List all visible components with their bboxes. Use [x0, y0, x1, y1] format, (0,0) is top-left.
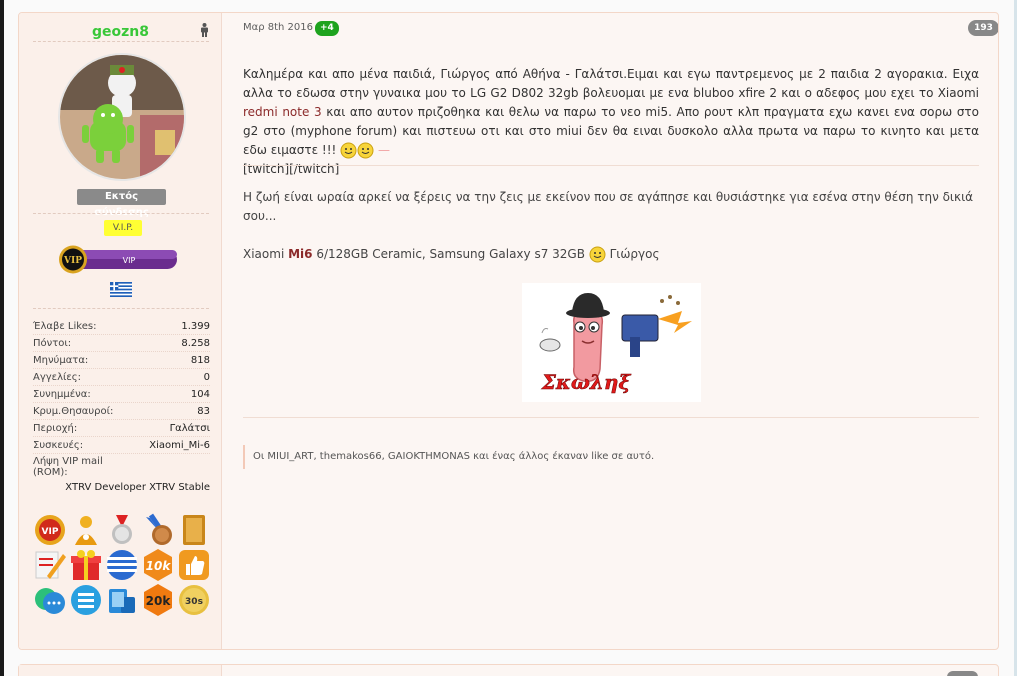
- stat-label: Περιοχή:: [33, 423, 78, 434]
- reputation-badge[interactable]: +4: [315, 21, 339, 36]
- signature-text: Η ζωή είναι ωραία αρκεί να ξέρεις να την…: [243, 190, 974, 223]
- chat-bubbles-medal-icon[interactable]: [33, 583, 67, 617]
- vip-medal-icon[interactable]: VIP: [33, 513, 67, 547]
- bronze-medal-icon[interactable]: [141, 513, 175, 547]
- stat-label: Συσκευές:: [33, 440, 84, 451]
- signature-divider: [243, 165, 979, 166]
- svg-text:30s: 30s: [185, 597, 203, 607]
- decorative-dash: —: [378, 143, 390, 157]
- likes-summary[interactable]: Οι MIUI_ART, themakos66, GAIOKTHMONAS κα…: [243, 445, 979, 469]
- greek-flag-medal-icon[interactable]: [105, 548, 139, 582]
- list-medal-icon[interactable]: [69, 583, 103, 617]
- rank-label: V.I.P.: [104, 220, 142, 236]
- vip-banner-text: VIP: [123, 256, 136, 265]
- stat-row: Πόντοι: 8.258: [33, 335, 210, 352]
- post-date-link[interactable]: Μαρ 8th 2016: [243, 22, 313, 33]
- signature-text: Γιώργος: [605, 247, 660, 261]
- post-message: Καλημέρα και απο μένα παιδιά, Γιώργος απ…: [243, 65, 979, 179]
- smiley-icon: [589, 246, 606, 263]
- thumbs-up-medal-icon[interactable]: [177, 548, 211, 582]
- stat-value: 0: [203, 372, 210, 383]
- male-icon: [200, 23, 209, 41]
- stat-row: Συνημμένα: 104: [33, 386, 210, 403]
- signature-text-bold: Mi6: [288, 247, 313, 261]
- stat-label: Κρυμ.Θησαυροί:: [33, 406, 114, 417]
- svg-text:VIP: VIP: [42, 527, 59, 537]
- svg-text:20k: 20k: [146, 594, 172, 608]
- svg-text:10k: 10k: [146, 559, 172, 573]
- smiley-icon: [357, 142, 374, 159]
- stat-value: 1.399: [181, 321, 210, 332]
- 20k-medal-icon[interactable]: 20k: [141, 583, 175, 617]
- divider: [33, 308, 209, 309]
- pencil-note-medal-icon[interactable]: [33, 548, 67, 582]
- post-number-link[interactable]: 193: [968, 20, 998, 36]
- stat-value: Xiaomi_Mi-6: [149, 440, 210, 451]
- page-left-border: [0, 0, 4, 676]
- avatar[interactable]: [58, 53, 186, 181]
- signature-devices: Xiaomi Mi6 6/128GB Ceramic, Samsung Gala…: [243, 245, 979, 264]
- stat-value: 818: [190, 355, 210, 366]
- stat-value: 83: [197, 406, 210, 417]
- signature-banner-image: Σκωληξ: [522, 283, 701, 402]
- username-link[interactable]: geozn8: [19, 24, 222, 40]
- stat-label: Λήψη VIP mail (ROM):: [33, 456, 103, 478]
- stat-row-vip-mail: Λήψη VIP mail (ROM): XTRV Developer XTRV…: [33, 454, 210, 493]
- gift-medal-icon[interactable]: [69, 548, 103, 582]
- stat-label: Συνημμένα:: [33, 389, 91, 400]
- user-info-panel: geozn8 Εκτός σύνδεσης V.I.P. VIP VIP Έλα…: [19, 13, 222, 649]
- stat-row: Έλαβε Likes: 1.399: [33, 318, 210, 335]
- next-post-number-badge[interactable]: [947, 671, 978, 676]
- divider: [33, 213, 209, 214]
- 10k-medal-icon[interactable]: 10k: [141, 548, 175, 582]
- message-link[interactable]: redmi note 3: [243, 105, 322, 119]
- stat-label: Αγγελίες:: [33, 372, 82, 383]
- smiley-icon: [340, 142, 357, 159]
- online-status-badge: Εκτός σύνδεσης: [77, 189, 166, 218]
- stat-value: 8.258: [181, 338, 210, 349]
- silver-medal-icon[interactable]: [105, 513, 139, 547]
- stat-row: Αγγελίες: 0: [33, 369, 210, 386]
- stat-label: Έλαβε Likes:: [33, 321, 97, 332]
- stat-row: Κρυμ.Θησαυροί: 83: [33, 403, 210, 420]
- user-stats: Έλαβε Likes: 1.399 Πόντοι: 8.258 Μηνύματα:…: [33, 318, 210, 493]
- vip-badge-text: VIP: [63, 256, 82, 266]
- divider: [33, 41, 209, 42]
- post-content: Μαρ 8th 2016 +4 193 Καλημέρα και απο μέν…: [243, 13, 998, 649]
- stat-label: Πόντοι:: [33, 338, 72, 349]
- footer-divider: [243, 417, 979, 418]
- next-forum-post: [18, 664, 999, 676]
- next-post-user-panel: [19, 665, 222, 676]
- stat-value: XTRV Developer XTRV Stable: [65, 482, 210, 493]
- device-medal-icon[interactable]: [105, 583, 139, 617]
- stat-row: Συσκευές: Xiaomi_Mi-6: [33, 437, 210, 454]
- stat-value: 104: [190, 389, 210, 400]
- stat-label: Μηνύματα:: [33, 355, 89, 366]
- message-text: Καλημέρα και απο μένα παιδιά, Γιώργος απ…: [243, 67, 979, 100]
- person-medal-icon[interactable]: [69, 513, 103, 547]
- stat-row: Μηνύματα: 818: [33, 352, 210, 369]
- book-medal-icon[interactable]: [177, 513, 211, 547]
- stat-row: Περιοχή: Γαλάτσι: [33, 420, 210, 437]
- signature-text: Xiaomi: [243, 247, 289, 261]
- greek-flag-icon: [110, 282, 132, 297]
- forum-post: geozn8 Εκτός σύνδεσης V.I.P. VIP VIP Έλα…: [18, 12, 999, 650]
- vip-rank-banner: VIP VIP: [57, 245, 181, 274]
- signature-text: 6/128GB Ceramic, Samsung Galaxy s7 32GB: [312, 247, 589, 261]
- stat-value: Γαλάτσι: [169, 423, 210, 434]
- signature-banner-text: Σκωληξ: [541, 370, 632, 394]
- 30s-medal-icon[interactable]: 30s: [177, 583, 211, 617]
